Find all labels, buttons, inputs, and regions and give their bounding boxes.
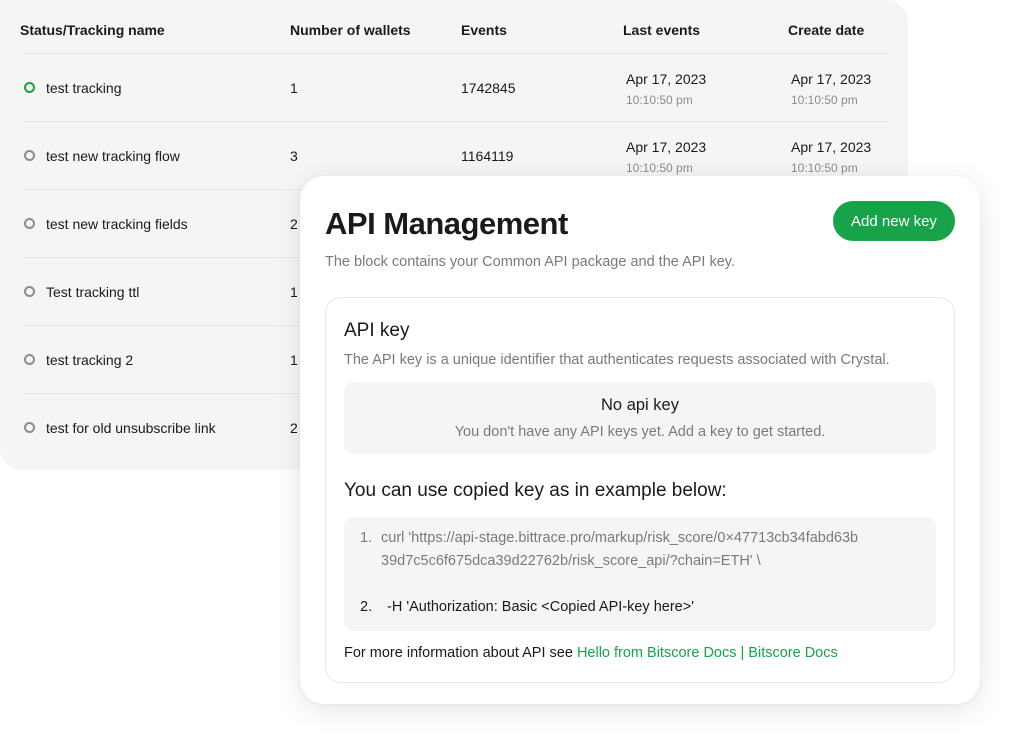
table-row[interactable]: test tracking 1 1742845 Apr 17, 2023 10:… [20,54,888,122]
wallets-count: 2 [290,420,298,436]
api-key-description: The API key is a unique identifier that … [344,352,890,368]
code-line-1: 1. curl 'https://api-stage.bittrace.pro/m… [360,527,858,573]
events-count: 1742845 [461,80,516,96]
last-events-date: Apr 17, 2023 [626,71,707,87]
create-time: 10:10:50 pm [791,93,858,107]
code-line-1-text-a: curl 'https://api-stage.bittrace.pro/mar… [381,530,859,546]
create-date-cell: Apr 17, 2023 10:10:50 pm [791,138,871,176]
code-line-number: 1. [360,530,373,546]
code-line-2-text: -H 'Authorization: Basic <Copied API-key… [387,599,694,615]
wallets-count: 1 [290,80,298,96]
empty-state-title: No api key [601,396,679,414]
last-events-time: 10:10:50 pm [626,161,693,175]
empty-state: No api key You don't have any API keys y… [344,382,936,454]
status-inactive-icon [24,286,35,297]
create-date-cell: Apr 17, 2023 10:10:50 pm [791,70,871,108]
tracking-name[interactable]: test new tracking fields [46,216,188,232]
header-events[interactable]: Events [461,22,507,38]
status-inactive-icon [24,422,35,433]
events-count: 1164119 [461,148,514,164]
wallets-count: 1 [290,352,298,368]
last-events-cell: Apr 17, 2023 10:10:50 pm [626,70,706,108]
add-new-key-button[interactable]: Add new key [833,201,955,241]
status-inactive-icon [24,354,35,365]
table-header: Status/Tracking name Number of wallets E… [20,0,888,54]
wallets-count: 1 [290,284,298,300]
header-wallets[interactable]: Number of wallets [290,22,411,38]
create-time: 10:10:50 pm [791,161,858,175]
header-last-events[interactable]: Last events [623,22,700,38]
status-inactive-icon [24,218,35,229]
docs-link[interactable]: Hello from Bitscore Docs | Bitscore Docs [577,645,838,661]
api-key-section: API key The API key is a unique identifi… [325,297,955,683]
example-title: You can use copied key as in example bel… [344,480,727,501]
status-inactive-icon [24,150,35,161]
tracking-name[interactable]: Test tracking ttl [46,284,139,300]
code-line-1-text-b: 39d7c5c6f675dca39d22762b/risk_score_api/… [381,553,761,569]
last-events-date: Apr 17, 2023 [626,139,707,155]
create-date: Apr 17, 2023 [791,71,872,87]
code-line-number: 2. [360,599,373,615]
api-management-card: API Management The block contains your C… [300,176,980,704]
create-date: Apr 17, 2023 [791,139,872,155]
tracking-name[interactable]: test tracking 2 [46,352,133,368]
header-create-date[interactable]: Create date [788,22,864,38]
page-subtitle: The block contains your Common API packa… [325,254,735,270]
docs-info: For more information about API see Hello… [344,645,838,661]
status-active-icon [24,82,35,93]
api-key-title: API key [344,320,410,341]
wallets-count: 2 [290,216,298,232]
code-example: 1. curl 'https://api-stage.bittrace.pro/m… [344,517,936,631]
page-title: API Management [325,206,568,241]
tracking-name[interactable]: test new tracking flow [46,148,180,164]
tracking-name[interactable]: test tracking [46,80,121,96]
wallets-count: 3 [290,148,298,164]
code-line-2: 2. -H 'Authorization: Basic <Copied API-k… [360,596,694,619]
tracking-name[interactable]: test for old unsubscribe link [46,420,216,436]
empty-state-description: You don't have any API keys yet. Add a k… [454,424,826,440]
header-status-name[interactable]: Status/Tracking name [20,22,165,38]
docs-info-text: For more information about API see [344,645,573,661]
last-events-time: 10:10:50 pm [626,93,693,107]
last-events-cell: Apr 17, 2023 10:10:50 pm [626,138,706,176]
